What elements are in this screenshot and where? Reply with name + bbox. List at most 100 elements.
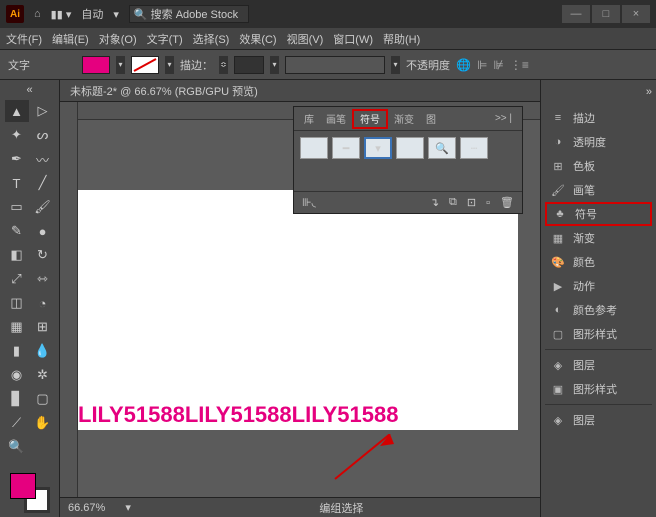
options-icon[interactable]: ⊡	[467, 196, 476, 209]
panel-tab-brush[interactable]: 画笔	[320, 109, 352, 129]
eraser-tool[interactable]: ◧	[5, 244, 29, 266]
panel-item-渐变[interactable]: ▦渐变	[545, 226, 652, 250]
symbol-spray-tool[interactable]: ✲	[31, 364, 55, 386]
opacity-label[interactable]: 不透明度	[406, 57, 450, 73]
panel-more[interactable]: >> |	[489, 109, 518, 129]
panel-item-描边[interactable]: ≡描边	[545, 106, 652, 130]
panel-item-图形样式[interactable]: ▢图形样式	[545, 322, 652, 346]
search-input[interactable]: 🔍 搜索 Adobe Stock	[129, 5, 249, 23]
place-icon[interactable]: ↴	[430, 196, 439, 209]
align2-icon[interactable]: ⊯	[493, 58, 503, 72]
zoom-tool[interactable]: 🔍	[5, 436, 29, 458]
fill-stroke-indicator[interactable]	[10, 473, 50, 513]
blend-tool[interactable]: ◉	[5, 364, 29, 386]
direct-select-tool[interactable]: ▷	[31, 100, 55, 122]
panel-item-色板[interactable]: ⊞色板	[545, 154, 652, 178]
panel-tab-4[interactable]: 渐变	[388, 109, 420, 129]
panel-item-图形样式[interactable]: ▣图形样式	[545, 377, 652, 401]
brush-tool[interactable]: 🖌	[31, 196, 55, 218]
align-icon[interactable]: ⊫	[477, 58, 487, 72]
pen-tool[interactable]: ✒	[5, 148, 29, 170]
auto-dd[interactable]: ▾	[113, 8, 119, 21]
expand-icon[interactable]: »	[646, 86, 652, 98]
panel-item-颜色[interactable]: 🎨颜色	[545, 250, 652, 274]
menu-window[interactable]: 窗口(W)	[333, 31, 373, 47]
panel-item-符号[interactable]: ♣符号	[545, 202, 652, 226]
blob-tool[interactable]: ●	[31, 220, 55, 242]
menu-file[interactable]: 文件(F)	[6, 31, 42, 47]
panel-tab-5[interactable]: 图	[420, 109, 442, 129]
fill-swatch[interactable]	[82, 56, 110, 74]
pencil-tool[interactable]: ✎	[5, 220, 29, 242]
panel-item-透明度[interactable]: ◑透明度	[545, 130, 652, 154]
menu-type[interactable]: 文字(T)	[147, 31, 183, 47]
panel-tab-symbols[interactable]: 符号	[352, 109, 388, 129]
type-tool[interactable]: T	[5, 172, 29, 194]
slice-tool[interactable]: ⟋	[5, 412, 29, 434]
panel-item-图层[interactable]: ◈图层	[545, 353, 652, 377]
zoom-level[interactable]: 66.67%	[68, 502, 105, 514]
magic-wand-tool[interactable]: ✦	[5, 124, 29, 146]
maximize-button[interactable]: □	[592, 5, 620, 23]
brush-profile[interactable]	[285, 56, 385, 74]
workspace-switch[interactable]: ▮▮ ▾	[51, 8, 72, 21]
menu-effect[interactable]: 效果(C)	[239, 31, 276, 47]
globe-icon[interactable]: 🌐	[456, 58, 471, 72]
panel-item-图层[interactable]: ◈图层	[545, 408, 652, 432]
symbol-thumb-selected[interactable]: ▾	[364, 137, 392, 159]
home-icon[interactable]: ⌂	[34, 8, 41, 20]
close-button[interactable]: ×	[622, 5, 650, 23]
panel-label: 动作	[573, 278, 595, 294]
symbol-thumb[interactable]: 🔍	[428, 137, 456, 159]
mesh-tool[interactable]: ⊞	[31, 316, 55, 338]
stroke-dropdown[interactable]: ▾	[165, 56, 174, 74]
menu-select[interactable]: 选择(S)	[193, 31, 230, 47]
new-icon[interactable]: ▫	[486, 197, 490, 209]
panel-item-画笔[interactable]: 🖌画笔	[545, 178, 652, 202]
menu-edit[interactable]: 编辑(E)	[52, 31, 89, 47]
gradient-tool[interactable]: ▮	[5, 340, 29, 362]
panel-item-颜色参考[interactable]: ◐颜色参考	[545, 298, 652, 322]
rect-tool[interactable]: ▭	[5, 196, 29, 218]
shape-builder-tool[interactable]: ◔	[31, 292, 55, 314]
minimize-button[interactable]: —	[562, 5, 590, 23]
stroke-weight[interactable]: ≎	[219, 56, 228, 74]
collapse-icon[interactable]: «	[26, 84, 32, 96]
symbol-thumb[interactable]: ┄	[460, 137, 488, 159]
canvas-area[interactable]: LILY51588LILY51588LILY51588 库 画笔 符号 渐变 图…	[60, 102, 540, 497]
hand-tool[interactable]: ✋	[31, 412, 55, 434]
rotate-tool[interactable]: ↻	[31, 244, 55, 266]
lasso-tool[interactable]: ᔕ	[31, 124, 55, 146]
scale-tool[interactable]: ⤢	[5, 268, 29, 290]
transform-icon[interactable]: ⋮≡	[510, 58, 529, 72]
document-tab[interactable]: 未标题-2* @ 66.67% (RGB/GPU 预览)	[60, 80, 540, 102]
panel-item-动作[interactable]: ▶动作	[545, 274, 652, 298]
curvature-tool[interactable]: 〰	[31, 148, 55, 170]
stroke-weight-field[interactable]	[234, 56, 264, 74]
symbol-thumb[interactable]	[300, 137, 328, 159]
eyedropper-tool[interactable]: 💧	[31, 340, 55, 362]
fill-dropdown[interactable]: ▾	[116, 56, 125, 74]
selection-tool[interactable]: ▲	[5, 100, 29, 122]
panel-tab-lib[interactable]: 库	[298, 109, 320, 129]
menu-bar[interactable]: 文件(F) 编辑(E) 对象(O) 文字(T) 选择(S) 效果(C) 视图(V…	[0, 28, 656, 50]
line-tool[interactable]: ╱	[31, 172, 55, 194]
menu-object[interactable]: 对象(O)	[99, 31, 137, 47]
symbol-thumb[interactable]	[396, 137, 424, 159]
artboard[interactable]	[78, 190, 518, 430]
break-icon[interactable]: ⧉	[449, 196, 457, 209]
free-transform-tool[interactable]: ◫	[5, 292, 29, 314]
symbols-panel[interactable]: 库 画笔 符号 渐变 图 >> | ━ ▾ 🔍 ┄ ⊪◟	[293, 106, 523, 214]
fill-box[interactable]	[10, 473, 36, 499]
menu-help[interactable]: 帮助(H)	[383, 31, 420, 47]
auto-label[interactable]: 自动	[81, 6, 103, 22]
graph-tool[interactable]: ▊	[5, 388, 29, 410]
perspective-tool[interactable]: ▦	[5, 316, 29, 338]
symbol-thumb[interactable]: ━	[332, 137, 360, 159]
artboard-tool[interactable]: ▢	[31, 388, 55, 410]
width-tool[interactable]: ⇿	[31, 268, 55, 290]
menu-view[interactable]: 视图(V)	[287, 31, 324, 47]
library-icon[interactable]: ⊪◟	[302, 196, 316, 209]
stroke-swatch[interactable]	[131, 56, 159, 74]
trash-icon[interactable]: 🗑	[500, 196, 514, 209]
